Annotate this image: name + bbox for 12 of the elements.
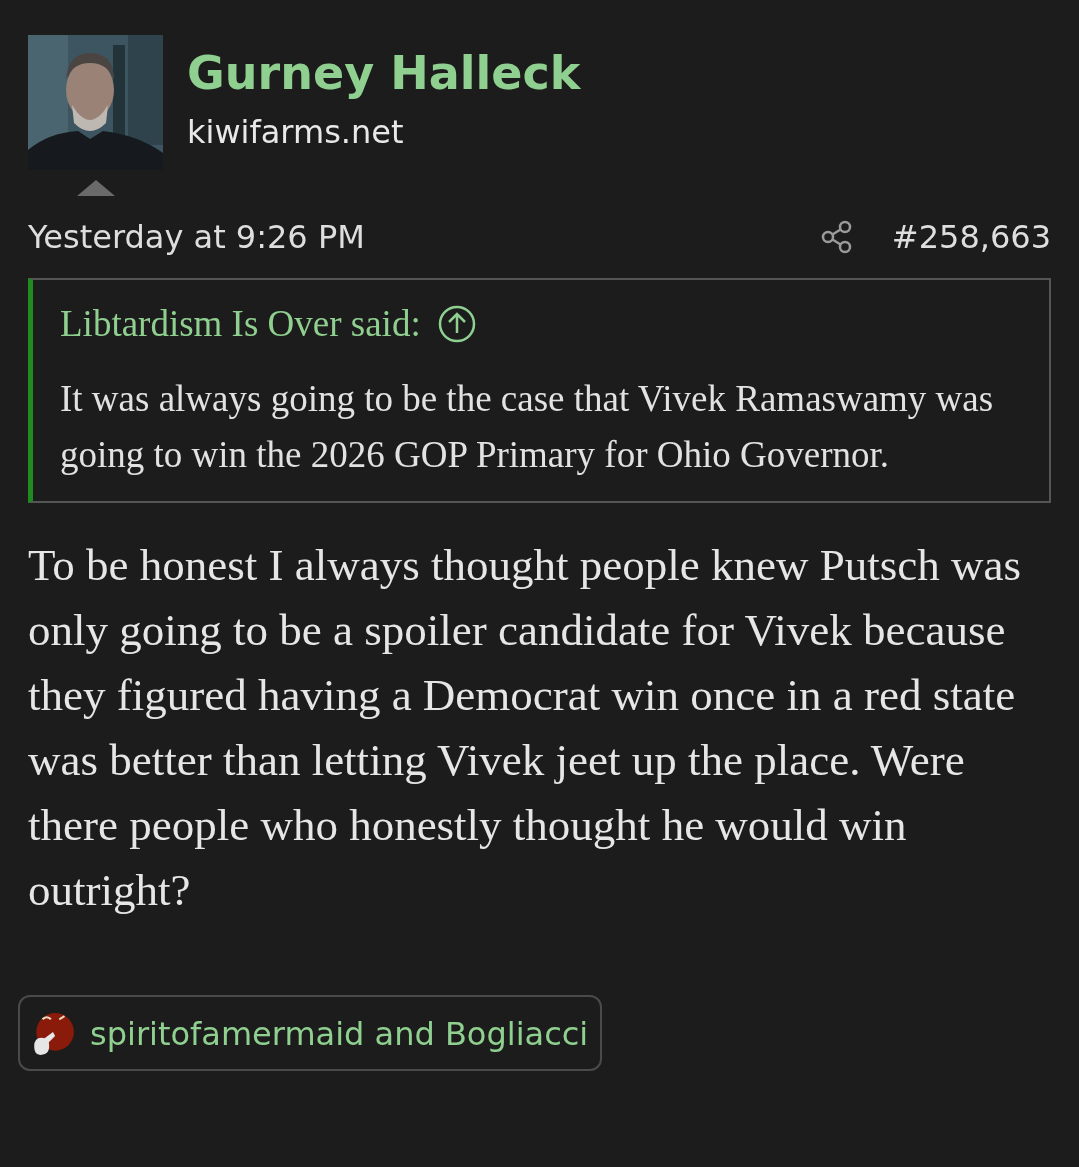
post-timestamp[interactable]: Yesterday at 9:26 PM [28,218,365,256]
post-text: To be honest I always thought people knew Putsch was only going to be a spoiler candidate for Vivek because they figured having a Democrat win once in a red state was better than letting Vivek jeet up the place. Were there people who honestly thought he would win outright? [28,539,1022,917]
reactions-bar[interactable]: spiritofamermaid and Bogliacci [18,995,603,1071]
reaction-users[interactable]: spiritofamermaid and Bogliacci [90,1015,589,1053]
upvote-icon[interactable] [76,180,115,196]
username[interactable]: Gurney Halleck [187,43,581,103]
arrow-up-icon[interactable] [436,303,477,344]
user-title: kiwifarms.net [187,112,405,153]
share-icon[interactable] [819,220,854,254]
quote-text: It was always going to be the case that Vivek Ramaswamy was going to win the 2026 GOP Primary for Ohio Governor. [60,377,995,477]
quote-attribution[interactable]: Libtardism Is Over said: [60,302,421,345]
post-number[interactable]: #258,663 [891,218,1051,256]
